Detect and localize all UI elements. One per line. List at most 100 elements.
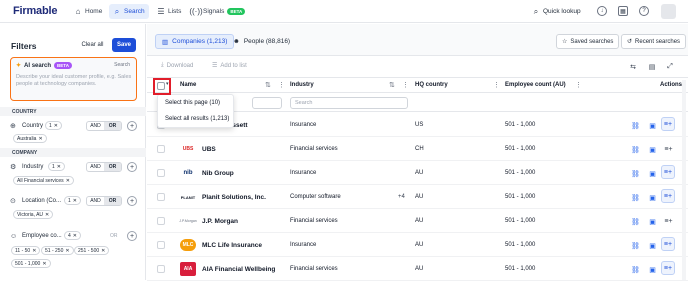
close-icon[interactable]: ✕ xyxy=(32,248,36,254)
nav-home[interactable]: ⌂ Home xyxy=(70,4,106,19)
link-icon[interactable]: ⛓ xyxy=(630,120,641,131)
add-to-list-icon[interactable]: ≡+ xyxy=(661,237,675,251)
chip-employee[interactable]: 501 - 1,000 ✕ xyxy=(11,259,51,268)
table-row[interactable]: nib Nib Group Insurance AU 501 - 1,000 ⛓… xyxy=(147,162,688,185)
close-icon[interactable]: ✕ xyxy=(54,123,58,129)
company-name[interactable]: Planit Solutions, Inc. xyxy=(202,194,266,201)
add-filter-icon[interactable]: + xyxy=(127,196,137,206)
and-option[interactable]: AND xyxy=(87,197,104,205)
link-icon[interactable]: ⛓ xyxy=(630,168,641,179)
nav-signals[interactable]: ((·)) Signals BETA xyxy=(188,4,249,19)
and-option[interactable]: AND xyxy=(87,163,104,171)
close-icon[interactable]: ✕ xyxy=(57,164,61,170)
add-to-list-icon[interactable]: ≡+ xyxy=(663,144,674,155)
linkedin-icon[interactable]: ▣ xyxy=(647,264,658,275)
add-to-list-icon[interactable]: ≡+ xyxy=(663,216,674,227)
linkedin-icon[interactable]: ▣ xyxy=(647,144,658,155)
filter-industry-count[interactable]: 1 ✕ xyxy=(48,162,65,171)
ai-search-button[interactable]: Search xyxy=(114,62,130,68)
company-name[interactable]: MLC Life Insurance xyxy=(202,242,262,249)
add-to-list-icon[interactable]: ≡+ xyxy=(661,165,675,179)
row-checkbox[interactable] xyxy=(157,193,165,201)
linkedin-icon[interactable]: ▣ xyxy=(647,216,658,227)
chip-location[interactable]: Victoria, AU ✕ xyxy=(13,210,54,219)
close-icon[interactable]: ✕ xyxy=(42,261,46,267)
nav-lists[interactable]: ☰ Lists xyxy=(153,4,185,19)
column-menu-icon[interactable]: ⋮ xyxy=(402,81,409,89)
row-checkbox[interactable] xyxy=(157,217,165,225)
save-button[interactable]: Save xyxy=(112,38,136,52)
recent-searches-button[interactable]: ↺ Recent searches xyxy=(621,34,687,49)
column-menu-icon[interactable]: ⋮ xyxy=(575,81,582,89)
download-icon[interactable]: ↓ xyxy=(597,6,607,16)
close-icon[interactable]: ✕ xyxy=(38,136,42,142)
header-hq-country[interactable]: HQ country xyxy=(415,82,448,88)
expand-icon[interactable]: ⤢ xyxy=(665,62,675,72)
linkedin-icon[interactable]: ▣ xyxy=(647,240,658,251)
chip-employee[interactable]: 11 - 50 ✕ xyxy=(11,246,41,255)
download-button[interactable]: ⤓ Download xyxy=(161,62,193,69)
filter-location-count[interactable]: 1 ✕ xyxy=(64,196,81,205)
industry-search-input[interactable]: Search xyxy=(290,97,408,109)
filter-country-count[interactable]: 1 ✕ xyxy=(45,121,62,130)
sort-icon[interactable]: ⇅ xyxy=(389,81,395,89)
saved-searches-button[interactable]: ☆ Saved searches xyxy=(556,34,620,49)
table-row[interactable]: UBS UBS Financial services CH 501 - 1,00… xyxy=(147,138,688,161)
ai-search-box[interactable]: ✦ AI search BETA Search Describe your id… xyxy=(10,57,137,101)
help-icon[interactable]: ? xyxy=(639,6,649,16)
scrollbar[interactable] xyxy=(682,80,686,280)
header-name[interactable]: Name xyxy=(180,82,196,88)
header-industry[interactable]: Industry xyxy=(290,82,314,88)
chip-country[interactable]: Australia ✕ xyxy=(13,134,47,143)
tab-people[interactable]: ☻ People (88,816) xyxy=(227,34,296,49)
row-checkbox[interactable] xyxy=(157,169,165,177)
and-or-toggle[interactable]: AND OR xyxy=(86,196,122,206)
close-icon[interactable]: ✕ xyxy=(66,178,70,184)
add-filter-icon[interactable]: + xyxy=(127,231,137,241)
tab-companies[interactable]: ▥ Companies (1,213) xyxy=(155,34,235,49)
quick-lookup[interactable]: ⌕ Quick lookup xyxy=(532,4,581,19)
chip-employee[interactable]: 51 - 250 ✕ xyxy=(41,246,74,255)
or-option[interactable]: OR xyxy=(104,122,121,130)
or-option[interactable]: OR xyxy=(104,197,121,205)
chip-industry[interactable]: All Financial services ✕ xyxy=(13,176,74,185)
table-row[interactable]: PLANIT Planit Solutions, Inc. Computer s… xyxy=(147,186,688,209)
company-name[interactable]: UBS xyxy=(202,146,216,153)
close-icon[interactable]: ✕ xyxy=(65,248,69,254)
add-filter-icon[interactable]: + xyxy=(127,121,137,131)
columns-icon[interactable]: ▤ xyxy=(647,62,657,72)
link-icon[interactable]: ⛓ xyxy=(630,240,641,251)
chevron-down-icon[interactable]: ▾ xyxy=(166,81,169,87)
add-to-list-icon[interactable]: ≡+ xyxy=(661,117,675,131)
chip-employee[interactable]: 251 - 500 ✕ xyxy=(74,246,110,255)
company-name[interactable]: Nib Group xyxy=(202,170,234,177)
user-avatar[interactable] xyxy=(661,4,676,19)
toggle-icon[interactable]: ⇆ xyxy=(628,62,638,72)
link-icon[interactable]: ⛓ xyxy=(630,216,641,227)
sort-icon[interactable]: ⇅ xyxy=(265,81,271,89)
select-this-page-option[interactable]: Select this page (10) xyxy=(165,100,220,106)
calendar-icon[interactable]: ▦ xyxy=(618,6,628,16)
link-icon[interactable]: ⛓ xyxy=(630,264,641,275)
close-icon[interactable]: ✕ xyxy=(101,248,105,254)
name-search-input[interactable] xyxy=(252,97,282,109)
nav-search[interactable]: ⌕ Search xyxy=(109,4,149,19)
and-or-toggle[interactable]: AND OR xyxy=(86,162,122,172)
link-icon[interactable]: ⛓ xyxy=(630,192,641,203)
header-employee-count[interactable]: Employee count (AU) xyxy=(505,82,566,88)
close-icon[interactable]: ✕ xyxy=(73,198,77,204)
row-checkbox[interactable] xyxy=(157,265,165,273)
app-logo[interactable]: Firmable xyxy=(13,5,57,17)
linkedin-icon[interactable]: ▣ xyxy=(647,168,658,179)
more-industries-badge[interactable]: +4 xyxy=(398,194,405,200)
add-to-list-button[interactable]: ☰ Add to list xyxy=(212,62,247,70)
column-menu-icon[interactable]: ⋮ xyxy=(278,81,285,89)
add-to-list-icon[interactable]: ≡+ xyxy=(661,189,675,203)
company-name[interactable]: J.P. Morgan xyxy=(202,218,238,225)
filter-employee-count-badge[interactable]: 4 ✕ xyxy=(64,231,81,240)
linkedin-icon[interactable]: ▣ xyxy=(647,120,658,131)
linkedin-icon[interactable]: ▣ xyxy=(647,192,658,203)
table-row[interactable]: AIA AIA Financial Wellbeing Financial se… xyxy=(147,258,688,281)
close-icon[interactable]: ✕ xyxy=(45,212,49,218)
column-menu-icon[interactable]: ⋮ xyxy=(493,81,500,89)
